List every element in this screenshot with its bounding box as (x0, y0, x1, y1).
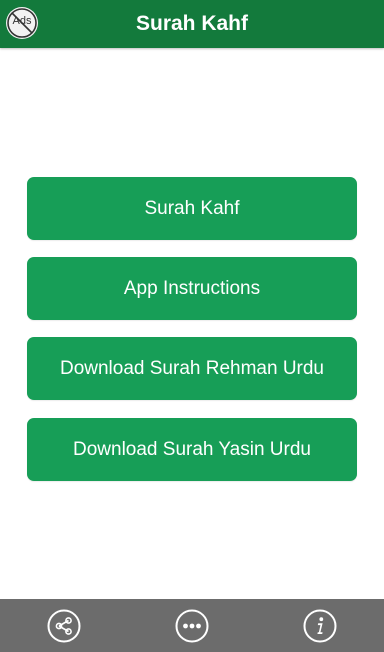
bottom-app-bar (0, 599, 384, 652)
page-title: Surah Kahf (135, 12, 248, 35)
download-surah-yasin-urdu-button[interactable]: Download Surah Yasin Urdu (27, 418, 357, 481)
share-button[interactable] (47, 609, 81, 643)
app-instructions-button[interactable]: App Instructions (27, 257, 357, 320)
surah-kahf-button[interactable]: Surah Kahf (27, 177, 357, 240)
download-surah-rehman-urdu-button[interactable]: Download Surah Rehman Urdu (27, 337, 357, 400)
share-icon (47, 609, 81, 643)
more-icon (175, 609, 209, 643)
info-button[interactable] (303, 609, 337, 643)
app-header: Ads Surah Kahf (0, 0, 384, 48)
more-button[interactable] (175, 609, 209, 643)
info-icon (303, 609, 337, 643)
